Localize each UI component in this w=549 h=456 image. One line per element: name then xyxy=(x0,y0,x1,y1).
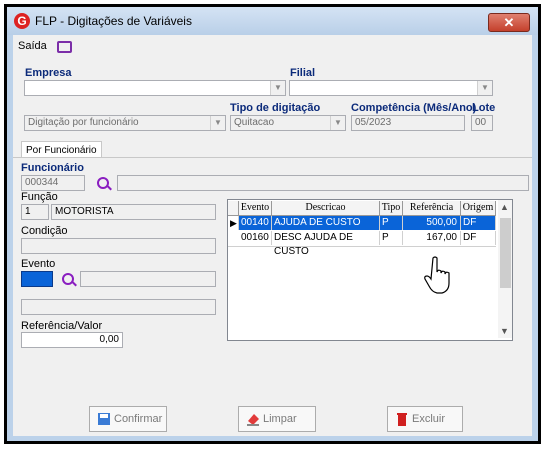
cell-tipo: P xyxy=(380,216,403,230)
scroll-thumb[interactable] xyxy=(500,218,511,288)
funcionario-name-field xyxy=(117,175,529,191)
close-button[interactable]: ✕ xyxy=(488,13,530,32)
column-header-descricao[interactable]: Descricao xyxy=(272,201,380,216)
search-icon[interactable] xyxy=(97,177,109,189)
cell-referencia: 167,00 xyxy=(403,231,461,245)
row-divider xyxy=(228,246,496,247)
lote-label: Lote xyxy=(472,102,496,114)
funcionario-code-field[interactable]: 000344 xyxy=(21,175,85,191)
title-bar: G FLP - Digitações de Variáveis ✕ xyxy=(7,7,538,35)
row-pointer-icon: ▶ xyxy=(228,216,239,230)
limpar-label: Limpar xyxy=(263,413,297,425)
evento-label: Evento xyxy=(21,258,56,270)
cell-evento: 00160 xyxy=(239,231,272,245)
confirmar-label: Confirmar xyxy=(114,413,163,425)
vertical-scrollbar[interactable]: ▲ ▼ xyxy=(498,200,512,338)
hand-cursor-icon xyxy=(424,256,450,294)
digitacao-combo[interactable]: Digitação por funcionário ▼ xyxy=(24,115,226,131)
competencia-label: Competência (Mês/Ano) xyxy=(351,102,477,114)
filial-label: Filial xyxy=(290,67,316,79)
cell-descricao: DESC AJUDA DE CUSTO xyxy=(272,231,380,257)
eraser-icon xyxy=(247,414,259,426)
grid-corner xyxy=(228,201,239,216)
empresa-combo[interactable]: ▼ xyxy=(24,80,286,96)
funcao-name-field: MOTORISTA xyxy=(51,204,216,220)
condicao-field xyxy=(21,238,216,254)
save-icon xyxy=(98,413,110,425)
digitacao-value: Digitação por funcionário xyxy=(28,117,139,128)
menu-item-saida[interactable]: Saída xyxy=(18,40,47,52)
chevron-down-icon[interactable]: ▼ xyxy=(270,81,285,95)
tipo-digitacao-value: Quitacao xyxy=(234,117,275,128)
evento-name-field xyxy=(80,271,216,287)
confirmar-button[interactable]: Confirmar xyxy=(89,406,167,432)
limpar-button[interactable]: Limpar xyxy=(238,406,316,432)
competencia-field[interactable]: 05/2023 xyxy=(351,115,465,131)
condicao-label: Condição xyxy=(21,225,68,237)
screenshot-frame: G FLP - Digitações de Variáveis ✕ Saída … xyxy=(4,4,541,444)
evento-code-field[interactable] xyxy=(21,271,53,287)
window-title: FLP - Digitações de Variáveis xyxy=(35,14,192,28)
funcao-code-field: 1 xyxy=(21,204,49,220)
chevron-down-icon[interactable]: ▼ xyxy=(477,81,492,95)
cell-origem: DF xyxy=(461,231,496,245)
cell-origem: DF xyxy=(461,216,496,230)
referencia-valor-field[interactable]: 0,00 xyxy=(21,332,123,348)
monitor-icon[interactable] xyxy=(57,41,72,53)
cell-tipo: P xyxy=(380,231,403,245)
scroll-up-icon[interactable]: ▲ xyxy=(500,202,509,212)
excluir-button[interactable]: Excluir xyxy=(387,406,463,432)
chevron-down-icon[interactable]: ▼ xyxy=(210,116,225,130)
column-header-origem[interactable]: Origem xyxy=(461,201,496,216)
tipo-digitacao-label: Tipo de digitação xyxy=(230,102,321,114)
chevron-down-icon[interactable]: ▼ xyxy=(330,116,345,130)
trash-icon xyxy=(397,413,407,426)
cell-descricao: AJUDA DE CUSTO xyxy=(272,216,380,230)
empresa-label: Empresa xyxy=(25,67,72,79)
excluir-label: Excluir xyxy=(412,413,446,425)
window: G FLP - Digitações de Variáveis ✕ Saída … xyxy=(7,7,538,441)
filial-combo[interactable]: ▼ xyxy=(289,80,493,96)
funcao-label: Função xyxy=(21,191,58,203)
eventos-grid[interactable]: Evento Descricao Tipo Referência Origem … xyxy=(227,199,513,341)
column-header-evento[interactable]: Evento xyxy=(239,201,272,216)
evento-extra-field xyxy=(21,299,216,315)
scroll-down-icon[interactable]: ▼ xyxy=(500,326,509,336)
column-header-tipo[interactable]: Tipo xyxy=(380,201,403,216)
referencia-valor-label: Referência/Valor xyxy=(21,320,103,332)
cell-evento: 00140 xyxy=(239,216,272,230)
funcionario-label: Funcionário xyxy=(21,162,84,174)
app-logo-icon: G xyxy=(14,13,30,29)
client-area: Saída Empresa ▼ Filial ▼ Digitação por f… xyxy=(13,35,532,436)
lote-field[interactable]: 00 xyxy=(471,115,493,131)
cell-referencia: 500,00 xyxy=(403,216,461,230)
search-icon[interactable] xyxy=(62,273,74,285)
column-header-referencia[interactable]: Referência xyxy=(403,201,461,216)
tipo-digitacao-combo[interactable]: Quitacao ▼ xyxy=(230,115,346,131)
